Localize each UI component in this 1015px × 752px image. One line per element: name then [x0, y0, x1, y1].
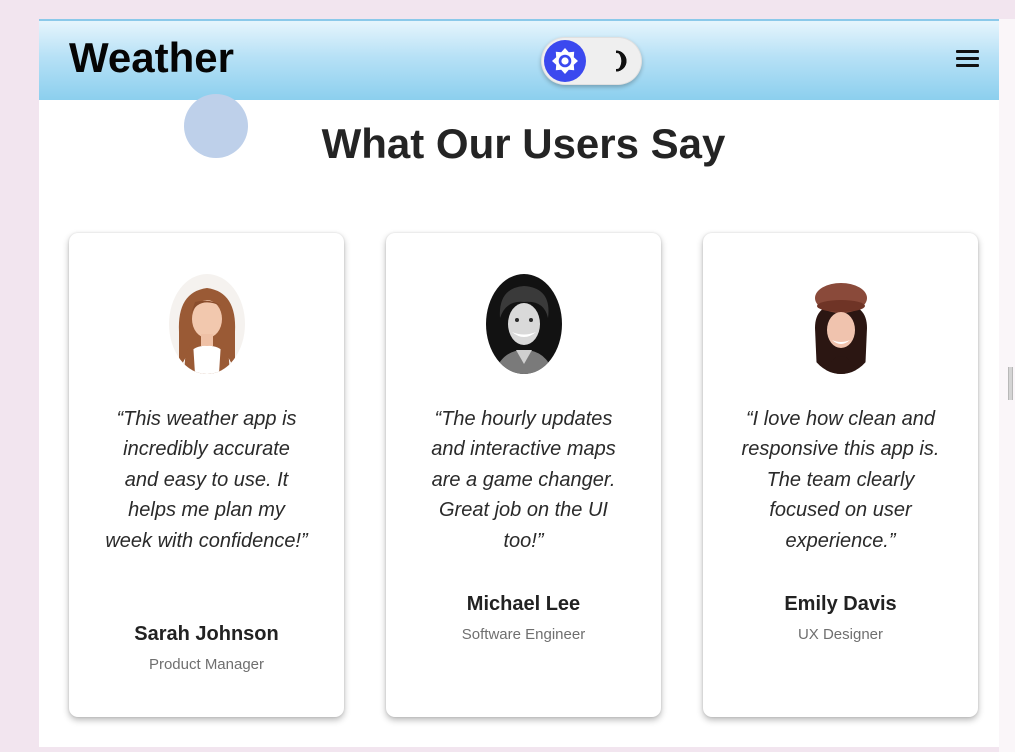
testimonial-name: Michael Lee: [466, 593, 581, 615]
testimonial-quote: “I love how clean and responsive this ap…: [741, 408, 940, 552]
menu-line: [956, 50, 979, 53]
testimonial-card: “I love how clean and responsive this ap…: [703, 233, 978, 717]
theme-toggle[interactable]: [541, 37, 642, 85]
page: Weather What Our Users Say “This weather…: [39, 19, 999, 747]
avatar: [169, 274, 245, 374]
testimonial-quote: “This weather app is incredibly accurate…: [105, 408, 308, 552]
avatar: [486, 274, 562, 374]
testimonial-name: Emily Davis: [784, 593, 897, 615]
testimonial-role: UX Designer: [797, 626, 884, 643]
testimonial-card: “This weather app is incredibly accurate…: [69, 233, 344, 717]
brand-title: Weather: [69, 34, 234, 81]
sun-icon: [552, 48, 578, 74]
menu-line: [956, 64, 979, 67]
menu-line: [956, 57, 979, 60]
header: Weather: [39, 19, 999, 100]
section-title: What Our Users Say: [321, 120, 726, 167]
avatar: [803, 274, 879, 374]
scrollbar-thumb[interactable]: [1008, 367, 1013, 400]
hamburger-menu-icon[interactable]: [956, 50, 981, 70]
testimonial-quote: “The hourly updates and interactive maps…: [431, 408, 616, 552]
testimonial-role: Product Manager: [148, 656, 265, 673]
sun-knob[interactable]: [544, 40, 586, 82]
testimonial-name: Sarah Johnson: [134, 623, 279, 645]
testimonial-card: “The hourly updates and interactive maps…: [386, 233, 661, 717]
moon-icon[interactable]: [607, 49, 631, 73]
testimonial-role: Software Engineer: [461, 626, 586, 643]
